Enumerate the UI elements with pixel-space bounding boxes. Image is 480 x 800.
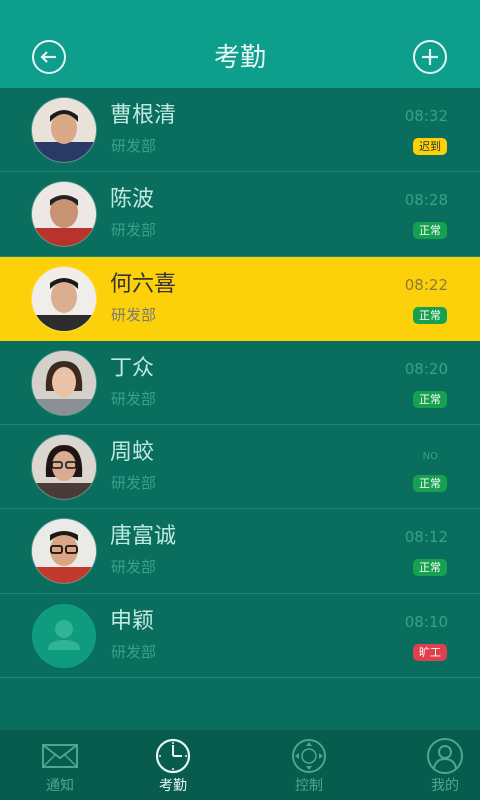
tab-notifications[interactable]: 通知 (0, 730, 120, 800)
list-item[interactable]: 丁众 研发部 08:20 正常 (0, 340, 480, 426)
department-label: 研发部 (111, 137, 157, 155)
employee-name: 何六喜 (110, 271, 177, 297)
status-badge: 旷工 (413, 643, 447, 661)
avatar (32, 266, 96, 331)
list-item[interactable]: 唐富诚 研发部 08:12 正常 (0, 509, 480, 594)
department-label: 研发部 (111, 474, 157, 493)
clock-icon (155, 738, 191, 774)
tab-attendance[interactable]: 考勤 (113, 730, 233, 800)
check-in-time: 08:32 (404, 107, 448, 125)
avatar (32, 435, 96, 500)
user-icon (427, 738, 463, 774)
status-badge: 正常 (413, 222, 447, 240)
avatar (32, 182, 96, 247)
list-item-selected[interactable]: 何六喜 研发部 08:22 正常 (0, 256, 480, 341)
check-in-time: 08:12 (404, 528, 448, 547)
department-label: 研发部 (111, 221, 157, 240)
status-badge: 正常 (413, 306, 447, 324)
tab-label: 我的 (431, 778, 459, 794)
tab-label: 通知 (46, 778, 74, 794)
department-label: 研发部 (111, 558, 157, 577)
department-label: 研发部 (111, 389, 157, 408)
avatar (32, 519, 96, 584)
tab-control[interactable]: 控制 (249, 730, 369, 800)
tab-label: 控制 (295, 778, 323, 794)
avatar (32, 98, 96, 162)
status-badge: 正常 (413, 559, 447, 577)
attendance-list: 曹根清 研发部 08:32 迟到 陈波 研发部 08:28 正常 何六喜 研发部… (0, 88, 480, 679)
default-avatar-icon (32, 603, 96, 668)
list-item[interactable]: 曹根清 研发部 08:32 迟到 (0, 88, 480, 173)
check-in-time: 08:10 (404, 612, 448, 631)
tab-label: 考勤 (159, 778, 187, 794)
employee-name: 曹根清 (110, 103, 177, 128)
list-item[interactable]: 申颖 研发部 08:10 旷工 (0, 593, 480, 679)
department-label: 研发部 (111, 305, 157, 324)
check-in-time: 08:22 (404, 275, 448, 294)
page-title: 考勤 (213, 43, 266, 73)
department-label: 研发部 (111, 642, 157, 661)
employee-name: 申颖 (110, 608, 155, 634)
status-badge: 正常 (413, 475, 447, 493)
status-badge: 迟到 (413, 138, 447, 155)
employee-name: 陈波 (110, 187, 155, 213)
list-item[interactable]: 陈波 研发部 08:28 正常 (0, 172, 480, 257)
employee-name: 周蛟 (110, 440, 155, 466)
list-item[interactable]: 周蛟 研发部 NO 正常 (0, 425, 480, 510)
employee-name: 唐富诚 (110, 524, 177, 550)
bottom-tab-bar: 通知 考勤 控制 我的 (0, 730, 480, 800)
employee-name: 丁众 (110, 355, 155, 381)
avatar (32, 350, 96, 415)
tab-profile[interactable]: 我的 (385, 730, 480, 800)
check-in-time: 08:28 (404, 191, 448, 210)
check-in-time: 08:20 (404, 359, 448, 378)
add-button[interactable] (413, 40, 447, 74)
app-header: 考勤 (0, 0, 480, 88)
dpad-icon (292, 739, 326, 773)
plus-icon (422, 49, 438, 65)
envelope-icon (42, 744, 78, 768)
status-badge: 正常 (413, 390, 447, 408)
check-in-time: NO (422, 451, 438, 463)
